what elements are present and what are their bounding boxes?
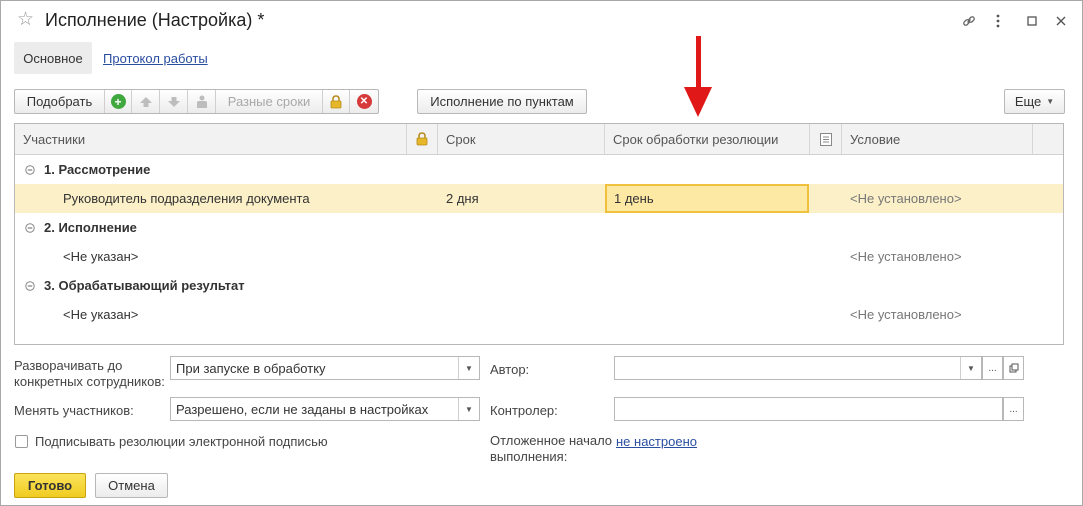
tab-main[interactable]: Основное — [14, 42, 92, 74]
participant-cell[interactable]: <Не указан> — [63, 242, 138, 271]
author-label: Автор: — [490, 362, 530, 377]
column-note[interactable] — [810, 124, 842, 154]
more-label: Еще — [1014, 94, 1042, 109]
controller-label: Контролер: — [490, 403, 558, 418]
change-participants-select[interactable]: Разрешено, если не заданы в настройках ▼ — [170, 397, 480, 421]
by-items-label: Исполнение по пунктам — [430, 94, 574, 109]
change-participants-value: Разрешено, если не заданы в настройках — [176, 401, 429, 417]
deferred-label-line1: Отложенное начало — [490, 433, 613, 448]
person-icon — [196, 95, 207, 108]
controller-select-button[interactable]: ... — [1003, 397, 1024, 421]
person-button[interactable] — [188, 90, 216, 113]
move-down-button[interactable] — [160, 90, 188, 113]
dropdown-icon[interactable]: ▼ — [458, 357, 479, 379]
sign-checkbox[interactable] — [15, 435, 28, 448]
move-up-icon — [139, 96, 152, 107]
diff-terms-label: Разные сроки — [227, 94, 311, 109]
delete-button[interactable]: ✕ — [350, 90, 378, 113]
table-header: Участники Срок Срок обработки резолюции … — [15, 124, 1063, 155]
expand-select-value: При запуске в обработку — [176, 360, 326, 376]
tab-log[interactable]: Протокол работы — [103, 51, 208, 66]
dropdown-icon[interactable]: ▼ — [960, 357, 981, 379]
execution-by-items-button[interactable]: Исполнение по пунктам — [417, 89, 587, 114]
collapse-icon[interactable] — [25, 155, 35, 184]
pick-button[interactable]: Подобрать — [15, 90, 105, 113]
author-select-button[interactable]: ... — [982, 356, 1003, 380]
table-row[interactable]: <Не указан> <Не установлено> — [15, 300, 1063, 329]
condition-cell[interactable]: <Не установлено> — [850, 242, 962, 271]
condition-cell[interactable]: <Не установлено> — [850, 300, 962, 329]
author-field[interactable]: ▼ — [614, 356, 982, 380]
table-toolbar: Подобрать + Разные сроки ✕ — [14, 89, 379, 114]
deferred-label: Отложенное начало выполнения: — [490, 433, 612, 465]
table-row[interactable]: Руководитель подразделения документа 2 д… — [15, 184, 1063, 213]
done-button[interactable]: Готово — [14, 473, 86, 498]
group-title: 2. Исполнение — [44, 220, 137, 235]
open-form-icon[interactable] — [1003, 356, 1024, 380]
column-condition[interactable]: Условие — [842, 124, 1033, 154]
window: ☆ Исполнение (Настройка) * Основное Прот… — [0, 0, 1083, 506]
cancel-button[interactable]: Отмена — [95, 473, 168, 498]
move-down-icon — [167, 96, 180, 107]
chevron-down-icon: ▼ — [1046, 97, 1055, 106]
table-group-row[interactable]: 3. Обрабатывающий результат — [15, 271, 1063, 300]
annotation-arrow-icon — [696, 36, 701, 94]
cancel-button-label: Отмена — [108, 478, 155, 493]
star-icon[interactable]: ☆ — [17, 10, 34, 29]
deferred-label-line2: выполнения: — [490, 449, 568, 464]
participant-cell[interactable]: Руководитель подразделения документа — [63, 184, 310, 213]
lock-icon — [330, 94, 342, 108]
term-cell[interactable]: 2 дня — [446, 184, 479, 213]
table-group-row[interactable]: 2. Исполнение — [15, 213, 1063, 242]
dropdown-icon[interactable]: ▼ — [458, 398, 479, 420]
group-title: 1. Рассмотрение — [44, 162, 151, 177]
done-button-label: Готово — [27, 478, 73, 493]
collapse-icon[interactable] — [25, 213, 35, 242]
sign-label[interactable]: Подписывать резолюции электронной подпис… — [35, 434, 328, 449]
table-group-row[interactable]: 1. Рассмотрение — [15, 155, 1063, 184]
expand-label-line1: Разворачивать до — [14, 358, 123, 373]
column-term-label: Срок — [446, 131, 476, 147]
participants-table: Участники Срок Срок обработки резолюции … — [14, 123, 1064, 345]
column-participants-label: Участники — [23, 131, 86, 147]
lock-icon — [416, 132, 428, 146]
deferred-start-link[interactable]: не настроено — [616, 434, 697, 449]
link-icon[interactable] — [958, 11, 980, 31]
column-participants[interactable]: Участники — [15, 124, 407, 154]
change-participants-label: Менять участников: — [14, 403, 134, 418]
group-title: 3. Обрабатывающий результат — [44, 278, 245, 293]
expand-select[interactable]: При запуске в обработку ▼ — [170, 356, 480, 380]
more-vert-icon[interactable] — [987, 11, 1009, 31]
window-title: Исполнение (Настройка) * — [45, 10, 265, 30]
lock-button[interactable] — [323, 90, 350, 113]
pick-button-label: Подобрать — [26, 94, 93, 109]
controller-field[interactable] — [614, 397, 1003, 421]
more-button[interactable]: Еще ▼ — [1004, 89, 1065, 114]
expand-label-line2: конкретных сотрудников: — [14, 374, 165, 389]
collapse-icon[interactable] — [25, 271, 35, 300]
column-resolution-term[interactable]: Срок обработки резолюции — [605, 124, 810, 154]
column-condition-label: Условие — [850, 131, 901, 147]
diff-terms-button[interactable]: Разные сроки — [216, 90, 323, 113]
close-icon[interactable] — [1050, 11, 1072, 31]
note-icon — [819, 132, 832, 146]
table-row[interactable]: <Не указан> <Не установлено> — [15, 242, 1063, 271]
add-icon: + — [110, 94, 126, 109]
tab-main-label: Основное — [23, 50, 83, 66]
move-up-button[interactable] — [132, 90, 160, 113]
column-term[interactable]: Срок — [438, 124, 605, 154]
column-lock[interactable] — [407, 124, 438, 154]
minimize-icon[interactable] — [1021, 11, 1043, 31]
add-button[interactable]: + — [105, 90, 132, 113]
delete-icon: ✕ — [356, 94, 372, 109]
column-resolution-term-label: Срок обработки резолюции — [613, 131, 779, 147]
annotation-arrow-head — [684, 87, 712, 117]
condition-cell[interactable]: <Не установлено> — [850, 184, 962, 213]
resolution-term-cell[interactable]: 1 день — [605, 184, 809, 213]
expand-label: Разворачивать до конкретных сотрудников: — [14, 358, 165, 390]
participant-cell[interactable]: <Не указан> — [63, 300, 138, 329]
